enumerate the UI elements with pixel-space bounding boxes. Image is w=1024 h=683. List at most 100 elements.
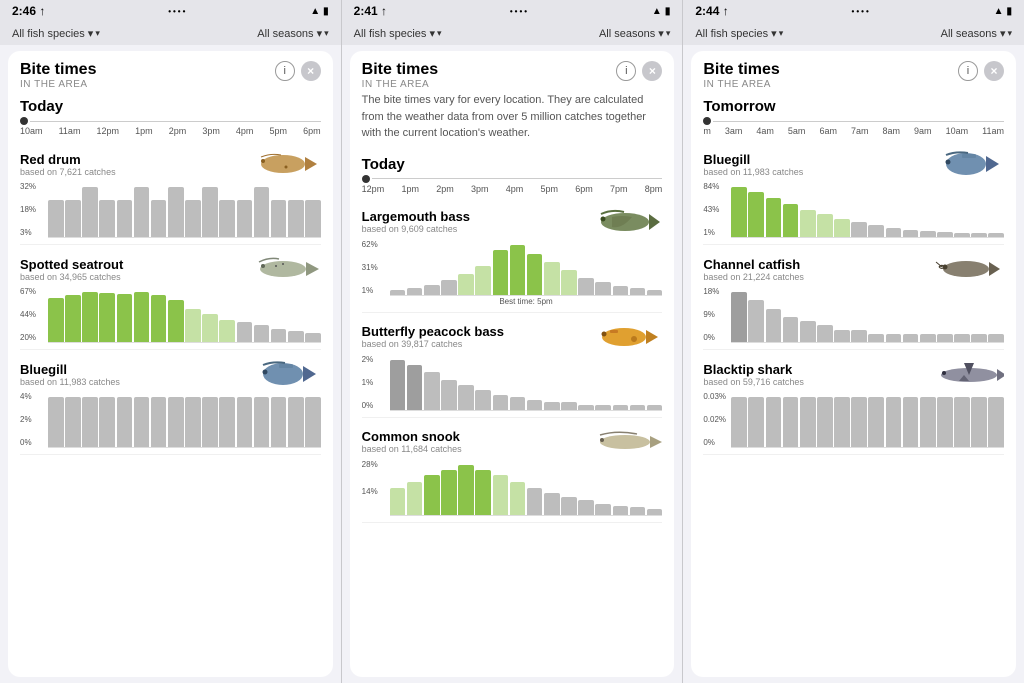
chart-bar <box>527 488 543 515</box>
chart-bar <box>578 278 594 294</box>
timeline-wrapper: 10am11am12pm1pm2pm3pm4pm5pm6pm <box>20 117 321 140</box>
chart-bar <box>475 390 491 410</box>
chart-bar <box>920 397 936 447</box>
chart-pct-labels: 28%14% <box>362 460 378 515</box>
timeline-label: 11am <box>59 126 81 136</box>
fish-image <box>934 358 1004 390</box>
fish-header: Bluegill based on 11,983 catches <box>20 358 321 390</box>
phone-2: 2:41 ↑ •••• ▲ ▮ All fish species ▾ All s… <box>342 0 684 683</box>
bite-times-panel: Bite times IN THE AREA i × The bite time… <box>350 51 675 677</box>
chart-pct-label: 84% <box>703 182 719 191</box>
chart-bar <box>613 405 629 410</box>
bite-times-panel: Bite times IN THE AREA i × Tomorrowm3am4… <box>691 51 1016 677</box>
seasons-filter[interactable]: All seasons ▾ <box>257 27 328 40</box>
chart-wrapper: 0.03%0.02%0% <box>703 392 1004 448</box>
chart-bar <box>834 219 850 237</box>
species-filter[interactable]: All fish species ▾ <box>695 27 783 40</box>
chart-bar <box>988 233 1004 237</box>
fish-section-0: Largemouth bass based on 9,609 catches 6… <box>362 206 663 313</box>
section-divider <box>20 244 321 245</box>
chart-bar <box>834 330 850 343</box>
species-filter[interactable]: All fish species ▾ <box>354 27 442 40</box>
chart-pct-label: 18% <box>703 287 719 296</box>
close-button[interactable]: × <box>642 61 662 81</box>
chart-bar <box>766 397 782 447</box>
status-bar: 2:41 ↑ •••• ▲ ▮ <box>342 0 683 22</box>
chart-bar <box>647 405 663 410</box>
chart-bars <box>390 460 663 515</box>
chart-pct-labels: 84%43%1% <box>703 182 719 237</box>
timeline-wrapper: m3am4am5am6am7am8am9am10am11am <box>703 117 1004 140</box>
panel-title-group: Bite times IN THE AREA <box>362 61 438 90</box>
timeline-label: 5pm <box>541 184 559 194</box>
chart-bar <box>424 285 440 295</box>
chart-bar <box>920 231 936 237</box>
chart-bar <box>219 320 235 342</box>
chart-bar <box>134 292 150 342</box>
chart-bar <box>458 274 474 294</box>
chart-pct-label: 20% <box>20 333 36 342</box>
panel-subtitle: IN THE AREA <box>362 79 438 90</box>
status-time: 2:44 ↑ <box>695 4 728 18</box>
info-button[interactable]: i <box>958 61 978 81</box>
phone-3: 2:44 ↑ •••• ▲ ▮ All fish species ▾ All s… <box>683 0 1024 683</box>
fish-catches: based on 7,621 catches <box>20 167 116 177</box>
chart-bar <box>458 465 474 515</box>
seasons-filter[interactable]: All seasons ▾ <box>599 27 670 40</box>
chart-bar <box>783 397 799 447</box>
chart-pct-label: 0% <box>703 333 719 342</box>
chart-pct-label: 3% <box>20 228 36 237</box>
fish-section-1: Butterfly peacock bass based on 39,817 c… <box>362 321 663 418</box>
chart-bar <box>288 331 304 342</box>
chart-bar <box>99 293 115 342</box>
panel-title-group: Bite times IN THE AREA <box>20 61 96 90</box>
chart-bars <box>390 355 663 410</box>
timeline-label: 3am <box>725 126 743 136</box>
chart-bar <box>731 292 747 342</box>
filter-bar: All fish species ▾ All seasons ▾ <box>683 22 1024 45</box>
timeline-label: 12pm <box>97 126 120 136</box>
chart-bars <box>48 287 321 342</box>
info-button[interactable]: i <box>616 61 636 81</box>
timeline-label: 6am <box>819 126 837 136</box>
chart-bar <box>868 225 884 237</box>
chart-pct-label: 44% <box>20 310 36 319</box>
fish-name: Red drum <box>20 152 116 167</box>
chart-pct-label: 18% <box>20 205 36 214</box>
chart-bar <box>748 397 764 447</box>
status-dots: •••• <box>852 7 871 16</box>
chart-bar <box>886 334 902 342</box>
timeline-label: 8am <box>883 126 901 136</box>
timeline-label: 10am <box>20 126 43 136</box>
chart-bar <box>971 397 987 447</box>
fish-section-2: Common snook based on 11,684 catches 28%… <box>362 426 663 523</box>
chart-bar <box>578 405 594 410</box>
chart-baseline <box>48 447 321 448</box>
fish-header: Largemouth bass based on 9,609 catches <box>362 206 663 238</box>
chart-bar <box>544 402 560 410</box>
info-button[interactable]: i <box>275 61 295 81</box>
seasons-filter[interactable]: All seasons ▾ <box>941 27 1012 40</box>
chart-bar <box>151 397 167 447</box>
chart-bar <box>766 309 782 342</box>
close-button[interactable]: × <box>301 61 321 81</box>
chart-bars <box>48 392 321 447</box>
chart-baseline <box>731 237 1004 238</box>
species-filter[interactable]: All fish species ▾ <box>12 27 100 40</box>
chart-pct-label: 0% <box>362 401 374 410</box>
chart-bar <box>185 309 201 342</box>
chart-bar <box>493 395 509 410</box>
chart-bar <box>305 397 321 447</box>
chart-bar <box>817 397 833 447</box>
chart-bar <box>647 290 663 294</box>
fish-image <box>251 253 321 285</box>
timeline-label: 1pm <box>401 184 419 194</box>
chart-bar <box>647 509 663 514</box>
chart-bar <box>202 314 218 342</box>
fish-section-0: Bluegill based on 11,983 catches 84%43%1… <box>703 148 1004 245</box>
close-button[interactable]: × <box>984 61 1004 81</box>
panel-icons: i × <box>275 61 321 81</box>
chart-bar <box>168 397 184 447</box>
chart-bar <box>613 506 629 515</box>
fish-name: Spotted seatrout <box>20 257 123 272</box>
